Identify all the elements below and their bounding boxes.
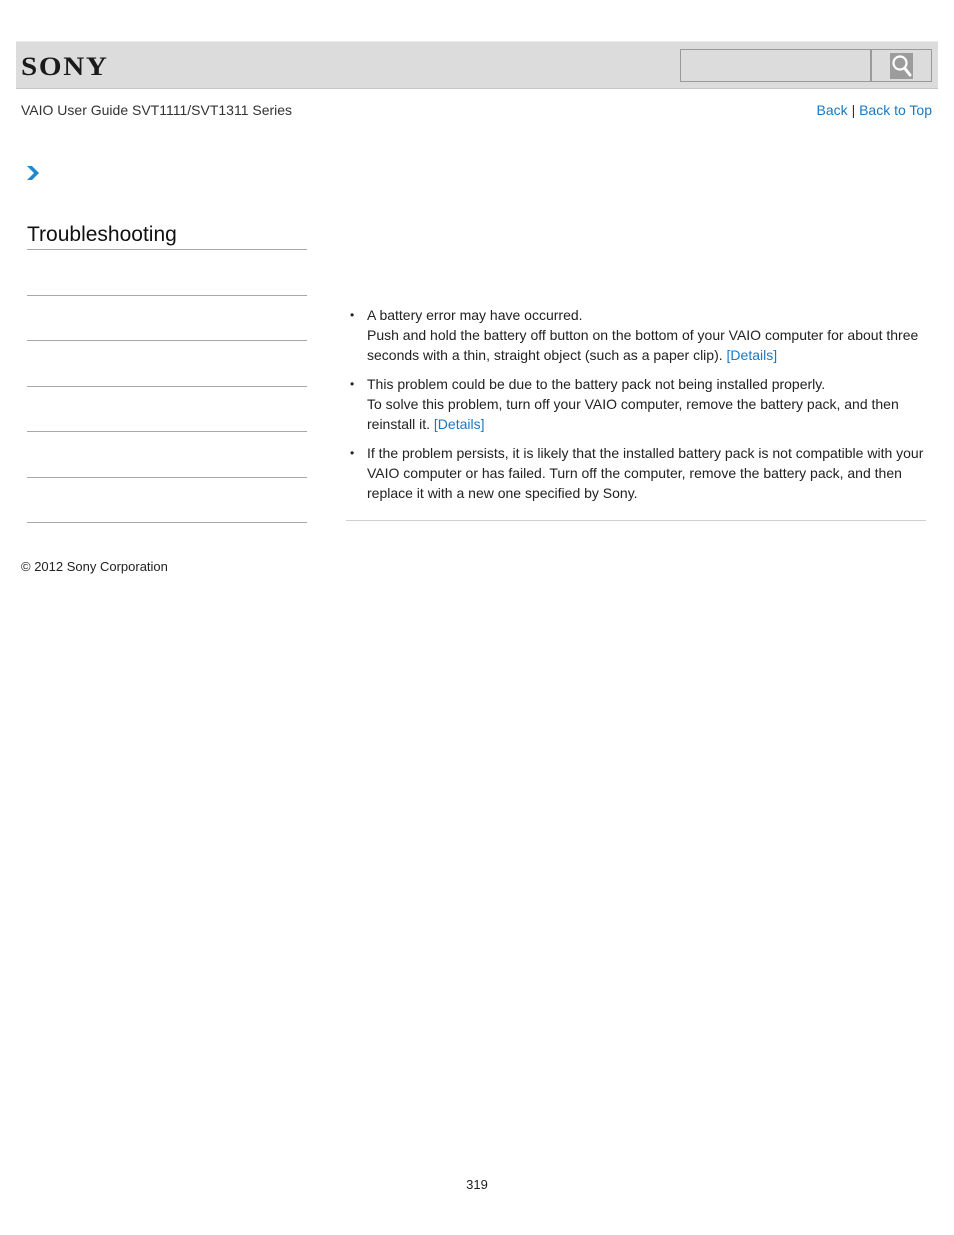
details-link[interactable]: [Details]	[434, 416, 485, 432]
bullet-icon: •	[350, 446, 355, 460]
top-nav: Back | Back to Top	[817, 102, 932, 118]
list-item: • A battery error may have occurred. Pus…	[346, 305, 928, 365]
search-icon	[890, 53, 913, 79]
list-item: • If the problem persists, it is likely …	[346, 443, 928, 503]
copyright: © 2012 Sony Corporation	[21, 559, 168, 574]
page-number: 319	[466, 1177, 488, 1192]
item-lead: A battery error may have occurred.	[367, 307, 583, 323]
back-link[interactable]: Back	[817, 102, 848, 118]
sidebar-item-divider	[27, 431, 307, 432]
sidebar-item-divider	[27, 386, 307, 387]
item-lead: This problem could be due to the battery…	[367, 376, 826, 392]
guide-title: VAIO User Guide SVT1111/SVT1311 Series	[21, 102, 293, 118]
chevron-right-icon	[26, 165, 40, 186]
bullet-icon: •	[350, 377, 355, 391]
section-title: Troubleshooting	[27, 223, 177, 246]
nav-separator: |	[851, 102, 856, 118]
item-lead: If the problem persists, it is likely th…	[367, 445, 924, 501]
bullet-icon: •	[350, 308, 355, 322]
solution-list: • A battery error may have occurred. Pus…	[346, 305, 928, 503]
sidebar-item-divider	[27, 295, 307, 296]
item-body: Push and hold the battery off button on …	[367, 327, 919, 363]
search-button[interactable]	[871, 49, 932, 82]
sidebar-item-divider	[27, 522, 307, 523]
sidebar-item-divider	[27, 340, 307, 341]
search-input[interactable]	[680, 49, 871, 82]
details-link[interactable]: [Details]	[727, 347, 778, 363]
content-divider	[346, 520, 926, 521]
sidebar-item-divider	[27, 477, 307, 478]
sidebar-divider	[27, 249, 307, 250]
list-item: • This problem could be due to the batte…	[346, 374, 928, 434]
back-to-top-link[interactable]: Back to Top	[859, 102, 932, 118]
header-bar: SONY	[16, 41, 938, 89]
main-content: • A battery error may have occurred. Pus…	[346, 305, 928, 512]
sony-logo: SONY	[21, 52, 109, 81]
